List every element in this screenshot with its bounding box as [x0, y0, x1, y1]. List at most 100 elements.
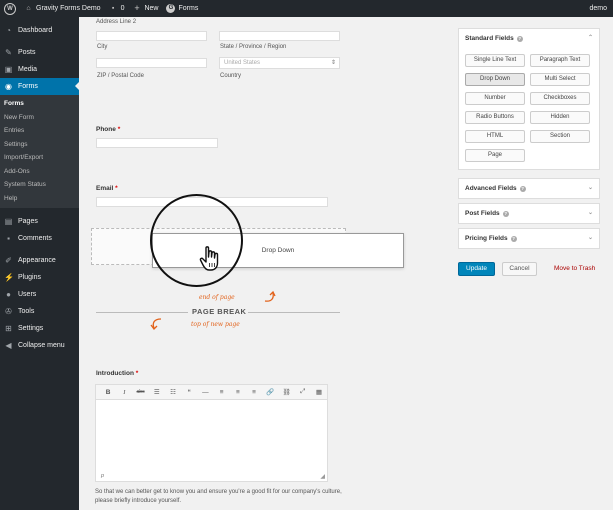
post-fields-header[interactable]: Post Fields ? ⌄ [459, 204, 599, 223]
submenu-import-export[interactable]: Import/Export [0, 151, 79, 165]
italic-button[interactable]: I [116, 389, 132, 396]
remove-link-button[interactable]: ⛓ [278, 388, 294, 396]
sidebar-item-media[interactable]: ▣ Media [0, 61, 79, 78]
numbered-list-button[interactable]: ☷ [165, 388, 181, 396]
advanced-fields-panel[interactable]: Advanced Fields ? ⌄ [458, 178, 600, 199]
resize-handle-icon[interactable]: ◢ [320, 473, 325, 480]
single-line-text-button[interactable]: Single Line Text [465, 54, 525, 67]
cancel-button[interactable]: Cancel [502, 262, 537, 276]
zip-input[interactable] [96, 58, 207, 68]
admin-bar: W ⌂ Gravity Forms Demo ▪ 0 + New G Forms… [0, 0, 613, 17]
wordpress-logo-icon[interactable]: W [4, 2, 16, 15]
sidebar-item-settings[interactable]: ⊞ Settings [0, 320, 79, 337]
pricing-fields-header[interactable]: Pricing Fields ? ⌄ [459, 229, 599, 248]
help-icon[interactable]: ? [502, 210, 509, 217]
city-label: City [97, 44, 108, 50]
curved-arrow-up-icon [264, 290, 276, 302]
section-button[interactable]: Section [530, 130, 590, 143]
comments-link[interactable]: ▪ 0 [109, 4, 125, 13]
fullscreen-button[interactable]: ⤢ [295, 388, 311, 396]
gravity-forms-icon: G [166, 4, 176, 13]
update-button[interactable]: Update [458, 262, 495, 276]
move-to-trash-link[interactable]: Move to Trash [554, 265, 595, 272]
strikethrough-button[interactable]: abc [132, 389, 148, 395]
sidebar-item-label: Media [18, 66, 38, 73]
sidebar-item-tools[interactable]: ✇ Tools [0, 303, 79, 320]
paragraph-text-button[interactable]: Paragraph Text [530, 54, 590, 67]
panel-title: Pricing Fields [465, 235, 508, 242]
state-input[interactable] [219, 31, 340, 41]
phone-input[interactable] [96, 138, 218, 148]
comment-icon: ▪ [7, 234, 10, 243]
new-label: New [144, 5, 159, 12]
align-center-button[interactable]: ≡ [230, 389, 246, 396]
submenu-new-form[interactable]: New Form [0, 111, 79, 125]
country-select[interactable]: United States ⇕ [219, 57, 340, 69]
settings-sliders-icon: ⊞ [5, 324, 12, 333]
page-button[interactable]: Page [465, 149, 525, 162]
horizontal-rule-button[interactable]: — [197, 389, 213, 396]
introduction-rich-text-editor[interactable]: B I abc ☰ ☷ “ — ≡ ≡ ≡ 🔗 ⛓ ⤢ ▦ p ◢ [95, 384, 328, 482]
help-icon[interactable]: ? [516, 35, 523, 42]
dashboard-icon: ◔ [6, 26, 11, 35]
post-fields-panel[interactable]: Post Fields ? ⌄ [458, 203, 600, 224]
toolbar-toggle-button[interactable]: ▦ [311, 388, 327, 396]
collapse-menu-button[interactable]: ◀ Collapse menu [0, 337, 79, 354]
user-account-link[interactable]: demo [589, 0, 607, 17]
bold-button[interactable]: B [100, 389, 116, 396]
forms-submenu: Forms New Form Entries Settings Import/E… [0, 95, 79, 208]
submenu-add-ons[interactable]: Add-Ons [0, 165, 79, 179]
grab-hand-cursor-icon [199, 246, 219, 271]
submenu-entries[interactable]: Entries [0, 124, 79, 138]
sidebar-item-dashboard[interactable]: ◔ Dashboard [0, 22, 79, 39]
sidebar-item-label: Plugins [18, 274, 41, 281]
sidebar-item-appearance[interactable]: ✐ Appearance [0, 252, 79, 269]
sidebar-item-users[interactable]: ● Users [0, 286, 79, 303]
forms-adminbar-link[interactable]: G Forms [166, 4, 198, 13]
advanced-fields-header[interactable]: Advanced Fields ? ⌄ [459, 179, 599, 198]
html-button[interactable]: HTML [465, 130, 525, 143]
chevron-up-icon: ⌃ [587, 35, 593, 41]
sidebar-item-label: Dashboard [18, 27, 53, 34]
sidebar-item-plugins[interactable]: ⚡ Plugins [0, 269, 79, 286]
submenu-system-status[interactable]: System Status [0, 178, 79, 192]
sidebar-item-forms[interactable]: ◉ Forms [0, 78, 79, 95]
sidebar-item-posts[interactable]: ✎ Posts [0, 44, 79, 61]
pricing-fields-panel[interactable]: Pricing Fields ? ⌄ [458, 228, 600, 249]
sidebar-item-comments[interactable]: ▪ Comments [0, 230, 79, 247]
sidebar-item-pages[interactable]: ▤ Pages [0, 213, 79, 230]
paintbrush-icon: ✐ [5, 256, 12, 265]
align-right-button[interactable]: ≡ [246, 389, 262, 396]
submenu-forms[interactable]: Forms [0, 97, 79, 111]
sidebar-item-label: Tools [18, 308, 35, 315]
submenu-settings[interactable]: Settings [0, 138, 79, 152]
checkboxes-button[interactable]: Checkboxes [530, 92, 590, 105]
align-left-button[interactable]: ≡ [214, 389, 230, 396]
standard-fields-header[interactable]: Standard Fields ? ⌃ [459, 29, 599, 48]
city-input[interactable] [96, 31, 207, 41]
collapse-arrow-icon: ◀ [5, 341, 12, 350]
home-icon: ⌂ [26, 5, 31, 12]
hidden-button[interactable]: Hidden [530, 111, 590, 124]
insert-link-button[interactable]: 🔗 [262, 388, 278, 396]
phone-label: Phone * [96, 126, 121, 133]
zip-label: ZIP / Postal Code [97, 73, 144, 79]
number-button[interactable]: Number [465, 92, 525, 105]
drop-down-button[interactable]: Drop Down [465, 73, 525, 86]
new-content-link[interactable]: + New [132, 4, 158, 13]
blockquote-button[interactable]: “ [181, 389, 197, 396]
forms-icon: ◉ [5, 82, 12, 91]
country-select-value: United States [224, 60, 261, 66]
page-icon: ▤ [4, 217, 13, 226]
bullet-list-button[interactable]: ☰ [149, 388, 165, 396]
page-break-title: PAGE BREAK [192, 307, 247, 316]
submenu-help[interactable]: Help [0, 192, 79, 206]
radio-buttons-button[interactable]: Radio Buttons [465, 111, 525, 124]
curved-arrow-down-icon [150, 318, 162, 330]
wrench-icon: ✇ [5, 307, 12, 316]
help-icon[interactable]: ? [510, 235, 517, 242]
help-icon[interactable]: ? [519, 185, 526, 192]
end-of-page-note: end of page [199, 294, 235, 301]
multi-select-button[interactable]: Multi Select [530, 73, 590, 86]
site-name-link[interactable]: ⌂ Gravity Forms Demo [24, 4, 100, 13]
